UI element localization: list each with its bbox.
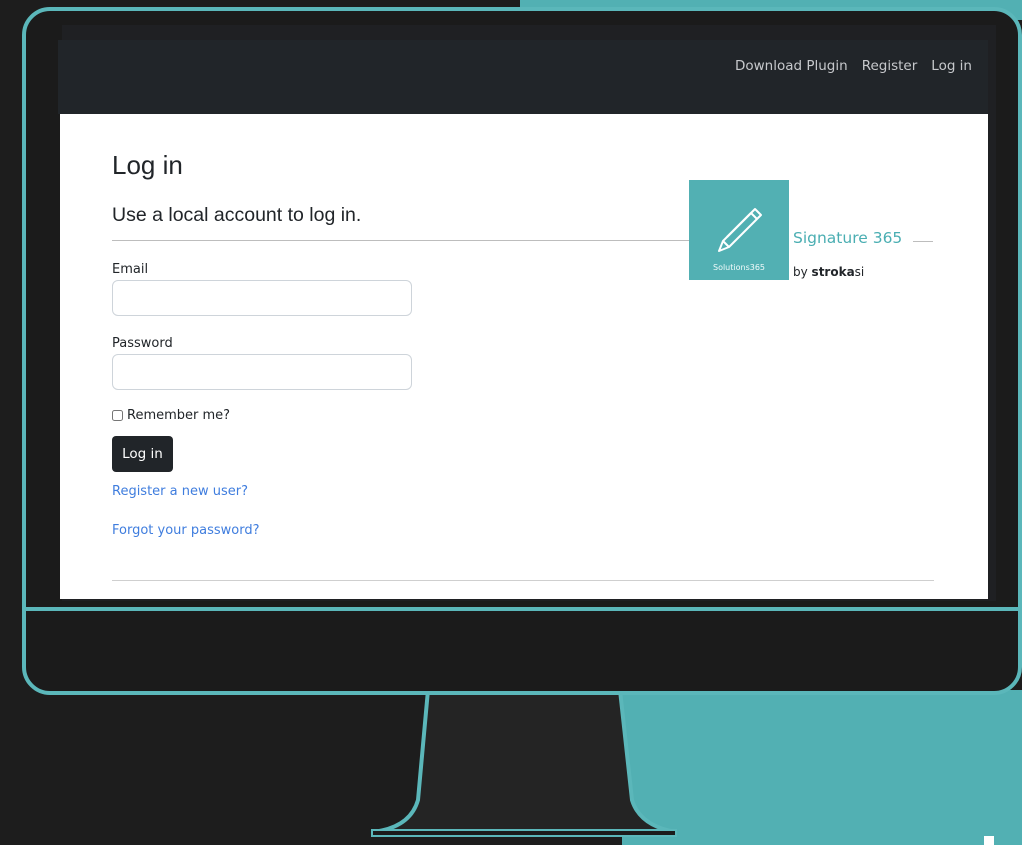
pencil-icon bbox=[718, 208, 762, 252]
password-field[interactable] bbox=[112, 354, 412, 390]
email-field[interactable] bbox=[112, 280, 412, 316]
forgot-password-link[interactable]: Forgot your password? bbox=[112, 523, 260, 538]
section-divider bbox=[112, 240, 689, 241]
register-link[interactable]: Register a new user? bbox=[112, 484, 248, 499]
password-label: Password bbox=[112, 336, 173, 351]
navbar: Download Plugin Register Log in bbox=[58, 40, 988, 114]
brand-byline: by strokasi bbox=[793, 265, 864, 279]
remember-me: Remember me? bbox=[112, 408, 230, 423]
remember-me-label: Remember me? bbox=[127, 408, 231, 423]
login-button[interactable]: Log in bbox=[112, 436, 173, 472]
nav-links: Download Plugin Register Log in bbox=[735, 58, 972, 74]
brand-title: Signature 365 bbox=[793, 229, 903, 247]
email-label: Email bbox=[112, 262, 149, 277]
logo-caption: Solutions365 bbox=[712, 263, 766, 272]
brand-logo: Solutions365 bbox=[689, 180, 789, 280]
page-subtitle: Use a local account to log in. bbox=[112, 204, 362, 226]
login-page: Log in Use a local account to log in. Em… bbox=[60, 114, 988, 599]
footer-divider bbox=[112, 580, 934, 581]
brand-by-suffix: si bbox=[854, 265, 865, 279]
nav-register[interactable]: Register bbox=[862, 58, 918, 74]
brand-by-bold: stroka bbox=[811, 265, 855, 279]
brand-line bbox=[913, 241, 933, 242]
page-title: Log in bbox=[112, 150, 183, 180]
nav-download-plugin[interactable]: Download Plugin bbox=[735, 58, 848, 74]
nav-login[interactable]: Log in bbox=[931, 58, 972, 74]
brand-by-prefix: by bbox=[793, 265, 812, 279]
monitor-chin-divider bbox=[26, 607, 1018, 611]
remember-me-checkbox[interactable] bbox=[112, 410, 123, 421]
